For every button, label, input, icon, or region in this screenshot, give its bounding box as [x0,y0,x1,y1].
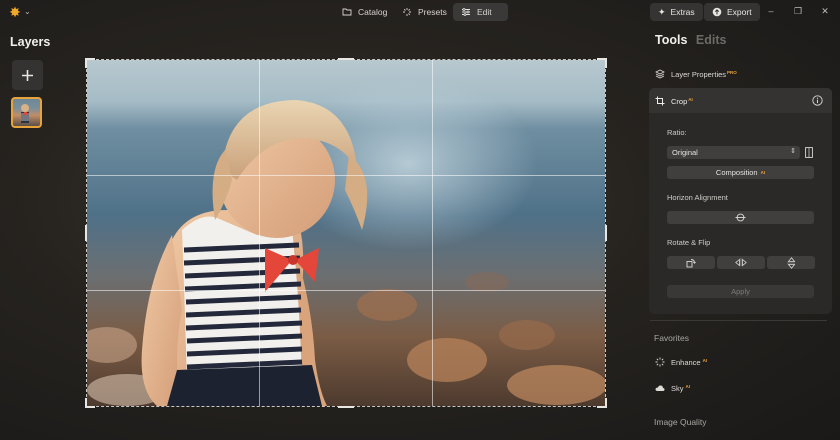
rotate-button[interactable] [667,256,715,269]
panel-divider [650,320,827,321]
crop-handle-right[interactable] [605,225,607,241]
layer-properties-label: Layer Properties [671,69,727,79]
ai-badge: AI [760,170,766,175]
orientation-icon [805,147,813,158]
extras-label: Extras [670,7,695,17]
horizon-alignment-button[interactable] [667,211,814,224]
layer-thumbnail[interactable] [11,97,42,128]
tab-presets[interactable]: Presets [394,3,455,21]
favorite-item-enhance[interactable]: Enhance AI [655,357,707,367]
orientation-toggle[interactable] [804,146,814,159]
apply-button[interactable]: Apply [667,285,814,298]
flip-horizontal-button[interactable] [717,256,765,269]
layers-icon [655,69,665,79]
ratio-label: Ratio: [667,128,687,137]
ai-badge: AI [688,96,693,102]
ai-badge: AI [685,383,691,389]
add-layer-button[interactable] [12,60,43,90]
flip-vertical-icon [787,256,795,269]
close-button[interactable]: ✕ [819,5,831,17]
export-icon [712,7,722,17]
ai-badge: AI [702,357,708,363]
sky-label: Sky [671,383,684,393]
app-menu-button[interactable]: ✸ ⌄ [8,3,36,21]
crop-handle-top[interactable] [338,58,354,60]
tab-tools[interactable]: Tools [655,33,687,47]
crop-icon [655,96,665,106]
folder-icon [342,8,352,16]
layers-title: Layers [10,35,51,49]
crop-tool-panel: CropAI Ratio: Original ⇕ Composition AI H… [649,88,832,314]
plus-icon [22,69,33,81]
layer-thumbnail-image [21,104,29,123]
rotate-flip-label: Rotate & Flip [667,238,711,247]
top-bar: ✸ ⌄ Catalog Presets Edit ✦ Extras Export… [0,0,840,24]
horizon-level-icon [735,213,746,222]
export-button[interactable]: Export [704,3,760,21]
tab-edit-label: Edit [477,7,492,17]
info-icon[interactable] [812,95,823,106]
export-label: Export [727,7,752,17]
chevron-down-icon: ⌄ [24,7,31,16]
crop-handle-left[interactable] [85,225,87,241]
composition-label: Composition [715,168,758,177]
layer-properties-item[interactable]: Layer PropertiesPRO [655,69,737,79]
sparkle-icon: ✦ [658,6,666,17]
select-arrows-icon: ⇕ [790,148,796,155]
apply-label: Apply [731,287,750,296]
crop-handle-top-right[interactable] [605,58,607,68]
ratio-select[interactable]: Original ⇕ [667,146,800,159]
crop-label: Crop [671,96,688,106]
sun-logo-icon: ✸ [9,4,21,20]
favorite-item-sky[interactable]: Sky AI [655,383,690,393]
crop-handle-bottom-right[interactable] [605,398,607,408]
flip-horizontal-icon [735,258,747,267]
cloud-icon [655,385,665,391]
sparkle-icon [403,8,411,16]
horizon-alignment-label: Horizon Alignment [667,193,728,202]
rotate-icon [686,258,696,267]
extras-button[interactable]: ✦ Extras [650,3,703,21]
tab-catalog[interactable]: Catalog [334,3,395,21]
image-quality-title: Image Quality [654,417,707,427]
enhance-label: Enhance [671,357,701,367]
crop-handle-bottom[interactable] [338,406,354,408]
minimize-button[interactable]: – [765,5,777,17]
crop-handle-top-left[interactable] [85,58,87,68]
composition-button[interactable]: Composition AI [667,166,814,179]
sliders-icon [462,8,470,16]
crop-handle-bottom-left[interactable] [85,398,87,408]
pro-badge: PRO [727,69,737,75]
tab-presets-label: Presets [418,7,447,17]
app-window: ✸ ⌄ Catalog Presets Edit ✦ Extras Export… [0,0,840,440]
tab-edit[interactable]: Edit [453,3,508,21]
maximize-button[interactable]: ❐ [792,5,804,17]
tab-catalog-label: Catalog [358,7,388,17]
favorites-title: Favorites [654,333,689,343]
crop-frame[interactable] [86,59,606,407]
crop-tool-header[interactable]: CropAI [649,88,832,113]
flip-vertical-button[interactable] [767,256,815,269]
right-panel-tabs: Tools Edits [655,33,726,47]
ratio-value: Original [672,148,698,157]
tab-edits[interactable]: Edits [696,33,727,47]
sparkle-icon [655,357,665,367]
